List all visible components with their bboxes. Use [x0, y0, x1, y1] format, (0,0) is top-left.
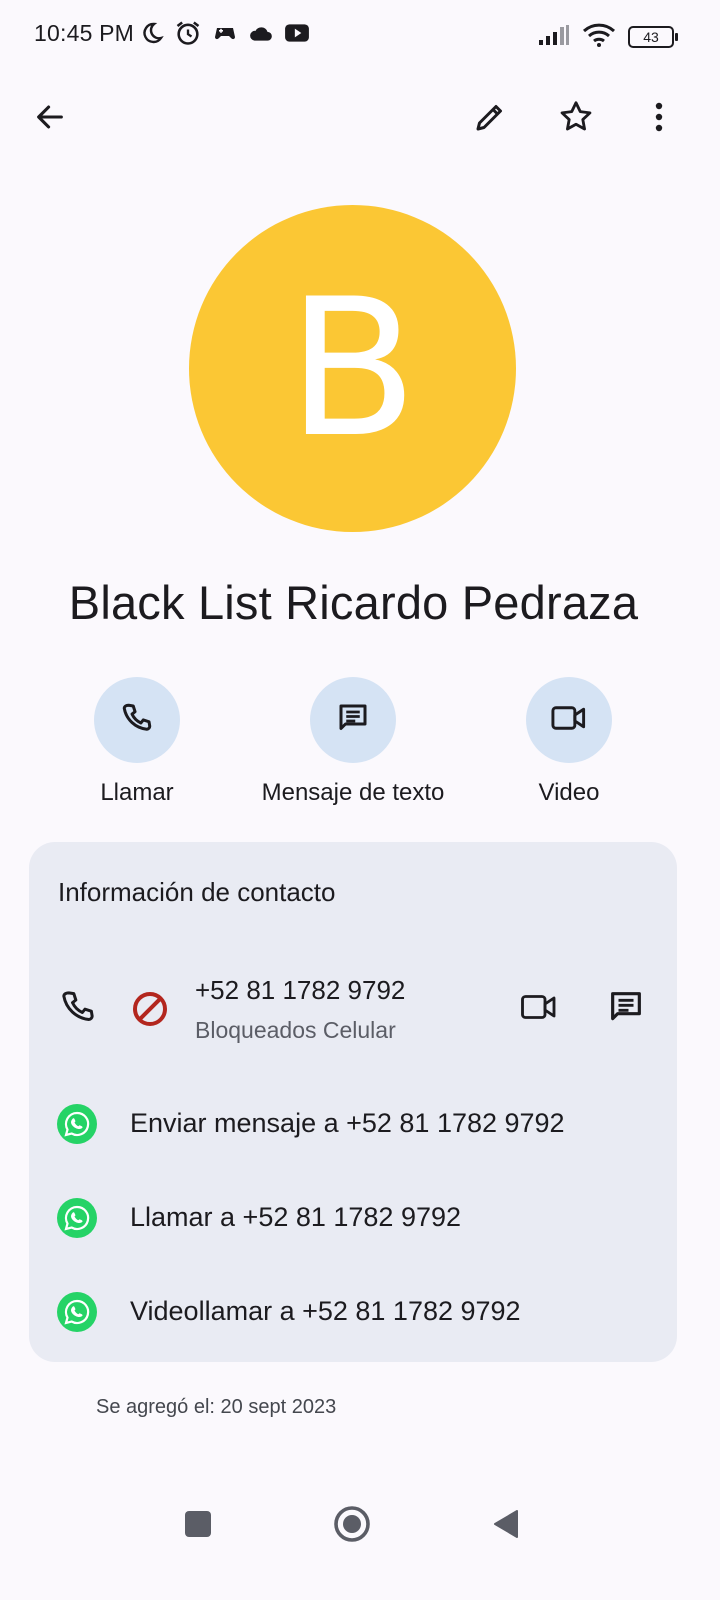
favorite-button[interactable] [548, 91, 604, 147]
youtube-icon [284, 22, 310, 49]
star-outline-icon [557, 98, 595, 141]
phone-number: +52 81 1782 9792 [195, 975, 406, 1005]
call-action-label: Llamar [100, 779, 174, 806]
video-action-label: Video [538, 779, 600, 806]
whatsapp-message-row[interactable]: Enviar mensaje a +52 81 1782 9792 [29, 1094, 677, 1154]
triangle-back-icon [492, 1509, 520, 1544]
videocam-icon [550, 700, 588, 741]
whatsapp-call-label: Llamar a +52 81 1782 9792 [130, 1202, 462, 1232]
status-icons-left [140, 20, 310, 50]
call-action[interactable]: Llamar [17, 677, 257, 807]
contact-name: Black List Ricardo Pedraza [68, 576, 639, 629]
cloud-icon [248, 22, 274, 49]
message-icon [335, 700, 371, 741]
whatsapp-call-row[interactable]: Llamar a +52 81 1782 9792 [29, 1188, 677, 1248]
call-action-circle[interactable] [94, 677, 180, 763]
moon-icon [140, 20, 164, 51]
phone-video-button[interactable] [510, 984, 568, 1034]
added-date: Se agregó el: 20 sept 2023 [96, 1396, 337, 1418]
home-button[interactable] [324, 1498, 380, 1554]
whatsapp-icon [57, 1292, 97, 1332]
square-icon [184, 1510, 212, 1543]
contact-info-title: Información de contacto [58, 877, 336, 907]
game-controller-icon [212, 21, 238, 50]
videocam-icon [519, 989, 559, 1030]
battery-indicator: 43 [628, 26, 678, 48]
contact-avatar: B [189, 205, 516, 532]
circle-home-icon [333, 1505, 371, 1548]
status-bar: 10:45 PM 43 [0, 0, 720, 72]
message-action-label: Mensaje de texto [261, 779, 445, 806]
nav-back-button[interactable] [478, 1498, 534, 1554]
phone-type-label: Bloqueados Celular [195, 1017, 396, 1043]
video-action[interactable]: Video [449, 677, 689, 807]
blocked-icon [130, 989, 170, 1034]
phone-icon [58, 987, 98, 1032]
wifi-icon [582, 22, 616, 53]
more-options-button[interactable] [631, 91, 687, 147]
whatsapp-icon [57, 1104, 97, 1144]
message-action[interactable]: Mensaje de texto [233, 677, 473, 807]
video-action-circle[interactable] [526, 677, 612, 763]
status-time: 10:45 PM [34, 20, 135, 46]
phone-icon [119, 700, 155, 741]
arrow-back-icon [33, 100, 67, 139]
status-icons-right: 43 [538, 22, 678, 53]
whatsapp-video-label: Videollamar a +52 81 1782 9792 [130, 1296, 521, 1326]
edit-button[interactable] [462, 91, 518, 147]
contact-info-card: Información de contacto +52 81 1782 9792… [29, 842, 677, 1362]
pencil-icon [472, 99, 508, 140]
signal-icon [538, 24, 570, 51]
message-action-circle[interactable] [310, 677, 396, 763]
whatsapp-message-label: Enviar mensaje a +52 81 1782 9792 [130, 1108, 565, 1138]
back-button[interactable] [22, 91, 78, 147]
message-icon [606, 987, 646, 1032]
more-vert-icon [654, 101, 664, 138]
phone-message-button[interactable] [597, 984, 655, 1034]
whatsapp-video-row[interactable]: Videollamar a +52 81 1782 9792 [29, 1282, 677, 1342]
recents-button[interactable] [170, 1498, 226, 1554]
alarm-icon [174, 19, 202, 52]
whatsapp-icon [57, 1198, 97, 1238]
